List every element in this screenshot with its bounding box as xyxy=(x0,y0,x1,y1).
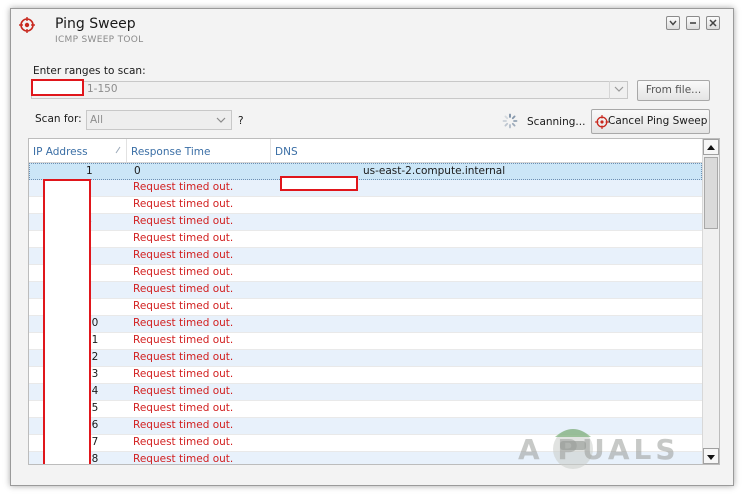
table-row[interactable]: 4Request timed out. xyxy=(29,214,702,231)
crosshair-target-icon xyxy=(595,115,609,129)
collapse-button[interactable] xyxy=(666,16,680,30)
scanning-status: Scanning... xyxy=(527,116,586,128)
redaction-box xyxy=(31,79,84,96)
cell-response-time: Request timed out. xyxy=(133,198,234,210)
watermark-text: A PUALS xyxy=(518,433,680,466)
table-row[interactable]: 3Request timed out. xyxy=(29,197,702,214)
chevron-down-icon xyxy=(669,20,677,26)
window-subtitle: ICMP SWEEP TOOL xyxy=(55,35,144,45)
column-header-ip[interactable]: IP Address xyxy=(29,139,127,162)
close-button[interactable] xyxy=(706,16,720,30)
scroll-up-button[interactable] xyxy=(703,139,719,155)
cell-response-time: Request timed out. xyxy=(133,317,234,329)
cell-response-time: Request timed out. xyxy=(133,351,234,363)
results-list[interactable]: IP Address Response Time DNS 1 0 us-east-2… xyxy=(28,138,720,465)
cancel-ping-sweep-label: Cancel Ping Sweep xyxy=(608,115,708,127)
cell-response-time: Request timed out. xyxy=(133,334,234,346)
table-row[interactable]: 6Request timed out. xyxy=(29,248,702,265)
loading-spinner-icon xyxy=(502,113,518,129)
table-row[interactable]: 5Request timed out. xyxy=(29,231,702,248)
cell-response-time: Request timed out. xyxy=(133,232,234,244)
sort-indicator-icon xyxy=(115,146,121,154)
table-row[interactable]: 7Request timed out. xyxy=(29,265,702,282)
table-row[interactable]: 11 Request timed out. xyxy=(29,333,702,350)
cell-ip-address: 1 xyxy=(86,165,93,177)
list-header: IP Address Response Time DNS xyxy=(29,139,702,163)
chevron-down-icon xyxy=(614,86,624,92)
table-row[interactable]: 13 Request timed out. xyxy=(29,367,702,384)
scan-for-value: All xyxy=(90,114,104,126)
cell-response-time: Request timed out. xyxy=(133,300,234,312)
cell-response-time: 0 xyxy=(134,165,141,177)
minimize-button[interactable] xyxy=(686,16,700,30)
column-header-dns[interactable]: DNS xyxy=(271,139,702,162)
chevron-down-icon xyxy=(216,117,226,123)
column-header-ip-label: IP Address xyxy=(33,146,88,158)
window-title: Ping Sweep xyxy=(55,16,136,32)
close-icon xyxy=(709,19,717,27)
cell-response-time: Request timed out. xyxy=(133,402,234,414)
cancel-ping-sweep-button[interactable]: Cancel Ping Sweep xyxy=(591,109,710,134)
ping-sweep-window: Ping Sweep ICMP SWEEP TOOL Enter ranges … xyxy=(10,8,734,486)
cell-response-time: Request timed out. xyxy=(133,283,234,295)
column-header-response-time[interactable]: Response Time xyxy=(127,139,271,162)
table-row[interactable]: 12 Request timed out. xyxy=(29,350,702,367)
ranges-input[interactable]: 1-150 xyxy=(31,81,628,99)
table-row[interactable]: 10 Request timed out. xyxy=(29,316,702,333)
vertical-scrollbar[interactable] xyxy=(702,139,719,464)
table-row[interactable]: 9Request timed out. xyxy=(29,299,702,316)
ranges-input-value: 1-150 xyxy=(87,83,118,95)
cell-response-time: Request timed out. xyxy=(133,453,234,465)
table-row[interactable]: 14 Request timed out. xyxy=(29,384,702,401)
table-row[interactable]: 2Request timed out. xyxy=(29,180,702,197)
cell-response-time: Request timed out. xyxy=(133,436,234,448)
cell-response-time: Request timed out. xyxy=(133,266,234,278)
cell-response-time: Request timed out. xyxy=(133,249,234,261)
redaction-box xyxy=(280,176,358,191)
from-file-button[interactable]: From file... xyxy=(637,80,710,101)
table-row[interactable]: 8Request timed out. xyxy=(29,282,702,299)
table-row[interactable]: 1 0 us-east-2.compute.internal xyxy=(29,163,702,180)
arrow-up-icon xyxy=(707,145,715,150)
scan-for-help[interactable]: ? xyxy=(238,115,244,127)
ranges-dropdown-button[interactable] xyxy=(609,81,628,99)
cell-response-time: Request timed out. xyxy=(133,181,234,193)
minimize-icon xyxy=(690,22,696,24)
ranges-label: Enter ranges to scan: xyxy=(33,65,146,77)
cell-response-time: Request timed out. xyxy=(133,385,234,397)
redaction-box xyxy=(43,179,91,464)
cell-response-time: Request timed out. xyxy=(133,419,234,431)
watermark-logo: A PUALS xyxy=(503,419,728,479)
table-row[interactable]: 15 Request timed out. xyxy=(29,401,702,418)
scan-for-select[interactable]: All xyxy=(86,110,232,130)
cell-dns: us-east-2.compute.internal xyxy=(363,165,506,177)
cell-response-time: Request timed out. xyxy=(133,215,234,227)
scrollbar-thumb[interactable] xyxy=(704,157,718,229)
crosshair-target-icon xyxy=(19,17,35,33)
cell-response-time: Request timed out. xyxy=(133,368,234,380)
scan-for-label: Scan for: xyxy=(35,113,82,125)
